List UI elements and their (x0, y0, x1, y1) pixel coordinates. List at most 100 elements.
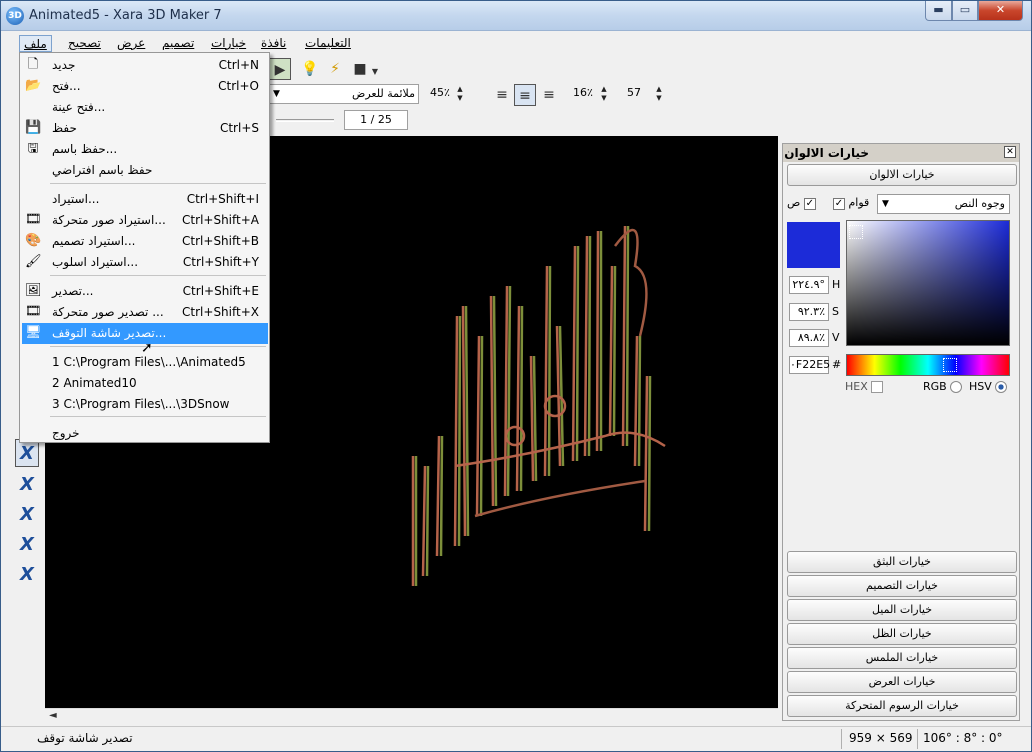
close-button[interactable]: ✕ (978, 1, 1023, 21)
menu-item-export[interactable]: 🖼 تصدير... Ctrl+Shift+E (22, 281, 268, 302)
checkmark-icon: ✓ (803, 198, 816, 210)
save-as-icon: 🖫 (27, 141, 39, 156)
hex-input[interactable]: ٠F22E5 (789, 356, 830, 374)
size3-stepper-icon[interactable]: ▲ ▼ (653, 85, 665, 103)
hex-mode-label: HEX (845, 380, 868, 393)
v-input[interactable]: ٨٩.٨٪ (789, 329, 829, 347)
menu-item-label: حفظ باسم افتراضي (52, 163, 153, 177)
app-window: 3D Animated5 - Xara 3D Maker 7 ▬ ▭ ✕ ملف… (0, 0, 1032, 752)
chevron-down-icon[interactable]: ▼ (369, 61, 381, 83)
status-text: تصدير شاشة توقف (37, 731, 133, 745)
menu-item-label: حفظ باسم... (52, 142, 118, 156)
rotate-free-tool-icon[interactable]: X (15, 561, 39, 589)
menu-item-recent-2[interactable]: 2 Animated10 (22, 373, 268, 394)
size2-stepper-icon[interactable]: ▲ ▼ (598, 85, 610, 103)
open-folder-icon: 📂 (25, 78, 42, 93)
menu-item-shortcut: Ctrl+Shift+I (186, 192, 259, 206)
align-right-icon[interactable]: ≡ (538, 84, 560, 106)
menu-item-save[interactable]: 💾 حفظ Ctrl+S (22, 118, 268, 139)
menu-options[interactable]: خيارات (207, 35, 250, 52)
status-bar: تصدير شاشة توقف 959 × 569 106° : 8° : 0° (1, 726, 1031, 751)
menu-item-import-animation[interactable]: 🎞 استيراد صور متحركة... Ctrl+Shift+A (22, 210, 268, 231)
checkbox-s[interactable]: ص ✓ (787, 196, 816, 210)
menu-item-export-animation[interactable]: 🎞 تصدير صور متحركة ... Ctrl+Shift+X (22, 302, 268, 323)
saturation-value-picker[interactable] (846, 220, 1010, 346)
menu-view[interactable]: عرض (113, 35, 149, 52)
menu-item-recent-3[interactable]: 3 C:\Program Files\...\3DSnow (22, 394, 268, 415)
menu-item-label: تصدير صور متحركة ... (52, 305, 164, 319)
checkmark-icon: ✓ (833, 198, 845, 210)
export-animation-icon: 🎞 (25, 304, 42, 319)
hue-slider[interactable] (846, 354, 1010, 376)
size2-field[interactable]: 16٪ (570, 84, 596, 104)
align-left-icon[interactable]: ≡ (491, 84, 513, 106)
menu-item-import-design[interactable]: 🎨 استيراد تصميم... Ctrl+Shift+B (22, 231, 268, 252)
menu-help[interactable]: التعليمات (301, 35, 355, 52)
menu-item-import-style[interactable]: 🖌 استيراد اسلوب... Ctrl+Shift+Y (22, 252, 268, 273)
rgb-mode-option[interactable]: RGB (923, 380, 963, 393)
panel-header: خيارات الالوان ✕ (783, 144, 1019, 162)
scroll-left-icon[interactable]: ◄ (49, 710, 57, 721)
current-color-swatch (787, 222, 840, 268)
font-select-value: ملائمة للعرض (352, 87, 415, 100)
menu-design[interactable]: تصميم (158, 35, 198, 52)
hue-marker-icon[interactable] (943, 358, 957, 372)
light-bulb-icon[interactable]: 💡 (299, 58, 321, 80)
minimize-button[interactable]: ▬ (925, 1, 952, 21)
rotate-y-tool-icon[interactable]: X (15, 501, 39, 529)
menu-item-label: خروج (52, 426, 80, 440)
h-input[interactable]: ٢٢٤.٩° (789, 276, 829, 294)
hex-mode-option[interactable]: HEX (845, 380, 884, 393)
picker-marker-icon[interactable] (849, 225, 863, 239)
maximize-button[interactable]: ▭ (952, 1, 978, 21)
play-animation-icon[interactable]: ▶ (269, 58, 291, 80)
animation-options-button[interactable]: خيارات الرسوم المتحركة (787, 695, 1017, 717)
size3-field[interactable]: 57 (624, 84, 650, 104)
design-options-button[interactable]: خيارات التصميم (787, 575, 1017, 597)
menu-item-save-as[interactable]: 🖫 حفظ باسم... (22, 139, 268, 160)
texture-options-button[interactable]: خيارات الملمس (787, 647, 1017, 669)
horizontal-scrollbar[interactable]: ◄ (45, 708, 778, 725)
hsv-mode-option[interactable]: HSV (969, 380, 1008, 393)
lighting-icon[interactable]: ⚡ (324, 58, 346, 80)
window-title: Animated5 - Xara 3D Maker 7 (29, 8, 222, 23)
color-options-button[interactable]: خيارات الالوان (787, 164, 1017, 186)
menu-item-shortcut: Ctrl+Shift+B (182, 234, 259, 248)
menu-item-open-sample[interactable]: فتح عينة... (22, 97, 268, 118)
font-select[interactable]: ملائمة للعرض ▼ (269, 84, 419, 104)
menu-item-save-default[interactable]: حفظ باسم افتراضي (22, 160, 268, 181)
s-input[interactable]: ٩٢.٣٪ (789, 303, 829, 321)
menu-item-import[interactable]: استيراد... Ctrl+Shift+I (22, 189, 268, 210)
view-options-button[interactable]: خيارات العرض (787, 671, 1017, 693)
frame-slider[interactable] (276, 119, 334, 122)
menu-file[interactable]: ملف (19, 35, 52, 52)
background-color-icon[interactable]: ■ (349, 58, 371, 80)
menu-separator (50, 346, 266, 347)
hsv-mode-label: HSV (969, 380, 992, 393)
menu-item-exit[interactable]: خروج (22, 423, 268, 444)
menu-item-new[interactable]: 🗋 جديد Ctrl+N (22, 55, 268, 76)
rotate-x-tool-icon[interactable]: X (15, 471, 39, 499)
menu-item-shortcut: Ctrl+S (219, 121, 259, 135)
extrude-options-button[interactable]: خيارات البثق (787, 551, 1017, 573)
menu-edit[interactable]: تصحيح (64, 35, 105, 52)
shadow-options-button[interactable]: خيارات الظل (787, 623, 1017, 645)
rotate-z-tool-icon[interactable]: X (15, 531, 39, 559)
menu-window[interactable]: نافذة (257, 35, 290, 52)
align-center-icon[interactable]: ≡ (514, 84, 536, 106)
size1-stepper-icon[interactable]: ▲ ▼ (454, 85, 466, 103)
menu-item-open[interactable]: 📂 فتح... Ctrl+O (22, 76, 268, 97)
menu-separator (50, 183, 266, 184)
menu-separator (50, 275, 266, 276)
close-icon[interactable]: ✕ (1004, 146, 1016, 158)
surface-select[interactable]: وجوه النص ▼ (877, 194, 1010, 214)
radio-icon (950, 381, 963, 393)
s-label: S (832, 305, 839, 318)
size1-field[interactable]: 45٪ (427, 84, 453, 104)
h-label: H (832, 278, 841, 291)
menu-item-label: 3 C:\Program Files\...\3DSnow (52, 397, 230, 411)
menu-item-label: جديد (52, 58, 76, 72)
menu-item-label: 2 Animated10 (52, 376, 137, 390)
bevel-options-button[interactable]: خيارات الميل (787, 599, 1017, 621)
checkbox-body[interactable]: ✓ قوام (833, 196, 869, 210)
